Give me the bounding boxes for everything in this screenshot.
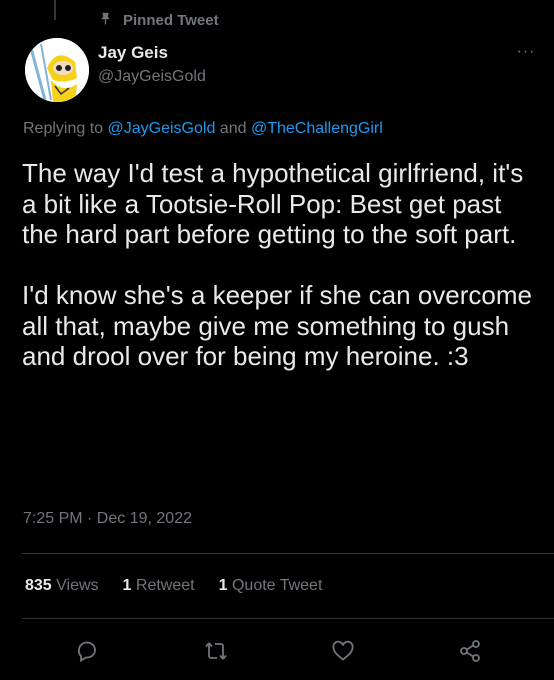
views-count: 835 [25, 577, 52, 594]
quotes-label: Quote Tweet [231, 577, 323, 594]
tweet-stats: 835 Views 1 Retweet 1 Quote Tweet [25, 577, 322, 595]
share-icon[interactable] [455, 636, 485, 666]
divider [22, 553, 554, 554]
retweet-icon[interactable] [201, 636, 231, 666]
replying-prefix: Replying to [23, 120, 104, 137]
author-handle[interactable]: @JayGeisGold [98, 66, 206, 88]
views-label: Views [56, 577, 99, 594]
more-options-icon[interactable]: ··· [516, 42, 536, 62]
action-bar [0, 630, 554, 670]
views-stat[interactable]: 835 Views [25, 577, 99, 595]
retweets-label: Retweet [135, 577, 195, 594]
author-name[interactable]: Jay Geis [98, 42, 206, 64]
mention-link[interactable]: @JayGeisGold [108, 120, 216, 137]
like-icon[interactable] [328, 636, 358, 666]
retweets-stat[interactable]: 1 Retweet [123, 577, 195, 595]
tweet-text: The way I'd test a hypothetical girlfrie… [22, 158, 532, 371]
reply-icon[interactable] [73, 636, 103, 666]
replying-to: Replying to @JayGeisGold and @TheChallen… [23, 120, 383, 138]
author-block[interactable]: Jay Geis @JayGeisGold [98, 42, 206, 88]
pinned-label: Pinned Tweet [123, 11, 219, 29]
thread-connector-line [54, 0, 56, 20]
divider [22, 618, 554, 619]
pin-icon [98, 11, 113, 30]
tweet-timestamp[interactable]: 7:25 PM · Dec 19, 2022 [23, 510, 192, 528]
quotes-count: 1 [218, 577, 228, 594]
retweets-count: 1 [122, 577, 132, 594]
mention-link[interactable]: @TheChallengGirl [251, 120, 383, 137]
replying-conjunction: and [219, 120, 247, 137]
quotes-stat[interactable]: 1 Quote Tweet [219, 577, 323, 595]
avatar[interactable] [25, 38, 89, 102]
pinned-indicator: Pinned Tweet [98, 10, 219, 30]
